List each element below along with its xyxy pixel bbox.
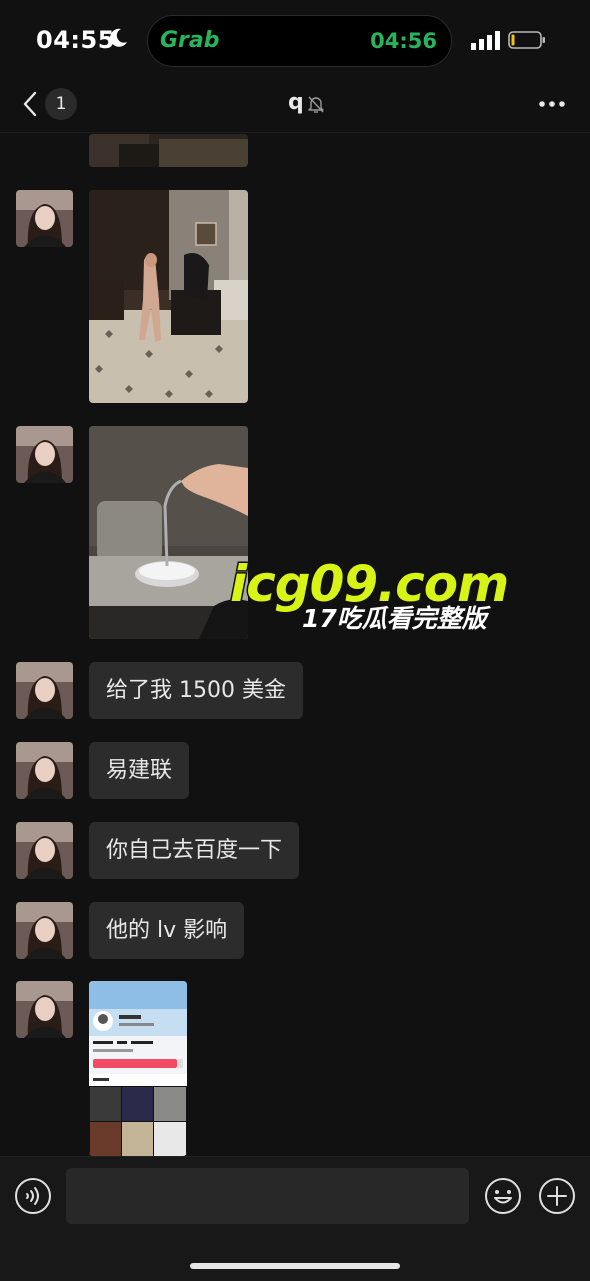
avatar[interactable] [16, 822, 73, 879]
avatar[interactable] [16, 981, 73, 1038]
message-bubble[interactable]: 给了我 1500 美金 [89, 662, 303, 719]
mute-bell-icon [308, 96, 324, 113]
add-icon[interactable] [538, 1177, 576, 1215]
avatar[interactable] [16, 662, 73, 719]
message-image[interactable] [89, 981, 187, 1156]
avatar[interactable] [16, 742, 73, 799]
status-time: 04:55 [36, 26, 115, 54]
more-options-icon[interactable] [538, 100, 566, 108]
chat-header: 1 q [0, 80, 590, 133]
photo-icon [89, 134, 248, 167]
avatar[interactable] [16, 426, 73, 483]
message-image[interactable] [89, 134, 248, 167]
watermark: icg09.com 17吃瓜看完整版 [222, 555, 510, 636]
avatar[interactable] [16, 190, 73, 247]
emoji-icon[interactable] [484, 1177, 522, 1215]
island-app-name: Grab [160, 28, 220, 53]
battery-icon [508, 31, 545, 49]
message-input[interactable] [66, 1168, 469, 1224]
photo-icon [89, 190, 248, 403]
message-bubble[interactable]: 易建联 [89, 742, 190, 799]
photo-icon [89, 981, 187, 1156]
message-bubble[interactable]: 你自己去百度一下 [89, 822, 300, 879]
dynamic-island[interactable]: Grab 04:56 [147, 15, 452, 67]
unread-badge[interactable]: 1 [45, 88, 77, 120]
message-bubble[interactable]: 他的 lv 影响 [89, 902, 245, 959]
home-indicator[interactable] [190, 1263, 400, 1269]
voice-icon[interactable] [14, 1177, 52, 1215]
chat-title: q [288, 90, 304, 115]
moon-icon [110, 28, 127, 47]
input-bar [0, 1156, 590, 1281]
message-image[interactable] [89, 190, 248, 403]
island-time: 04:56 [370, 29, 437, 53]
status-bar: 04:55 Grab 04:56 [0, 0, 590, 80]
avatar[interactable] [16, 902, 73, 959]
back-icon[interactable] [20, 90, 40, 118]
signal-icon [471, 31, 500, 50]
watermark-sub-text: 17吃瓜看完整版 [301, 603, 489, 635]
